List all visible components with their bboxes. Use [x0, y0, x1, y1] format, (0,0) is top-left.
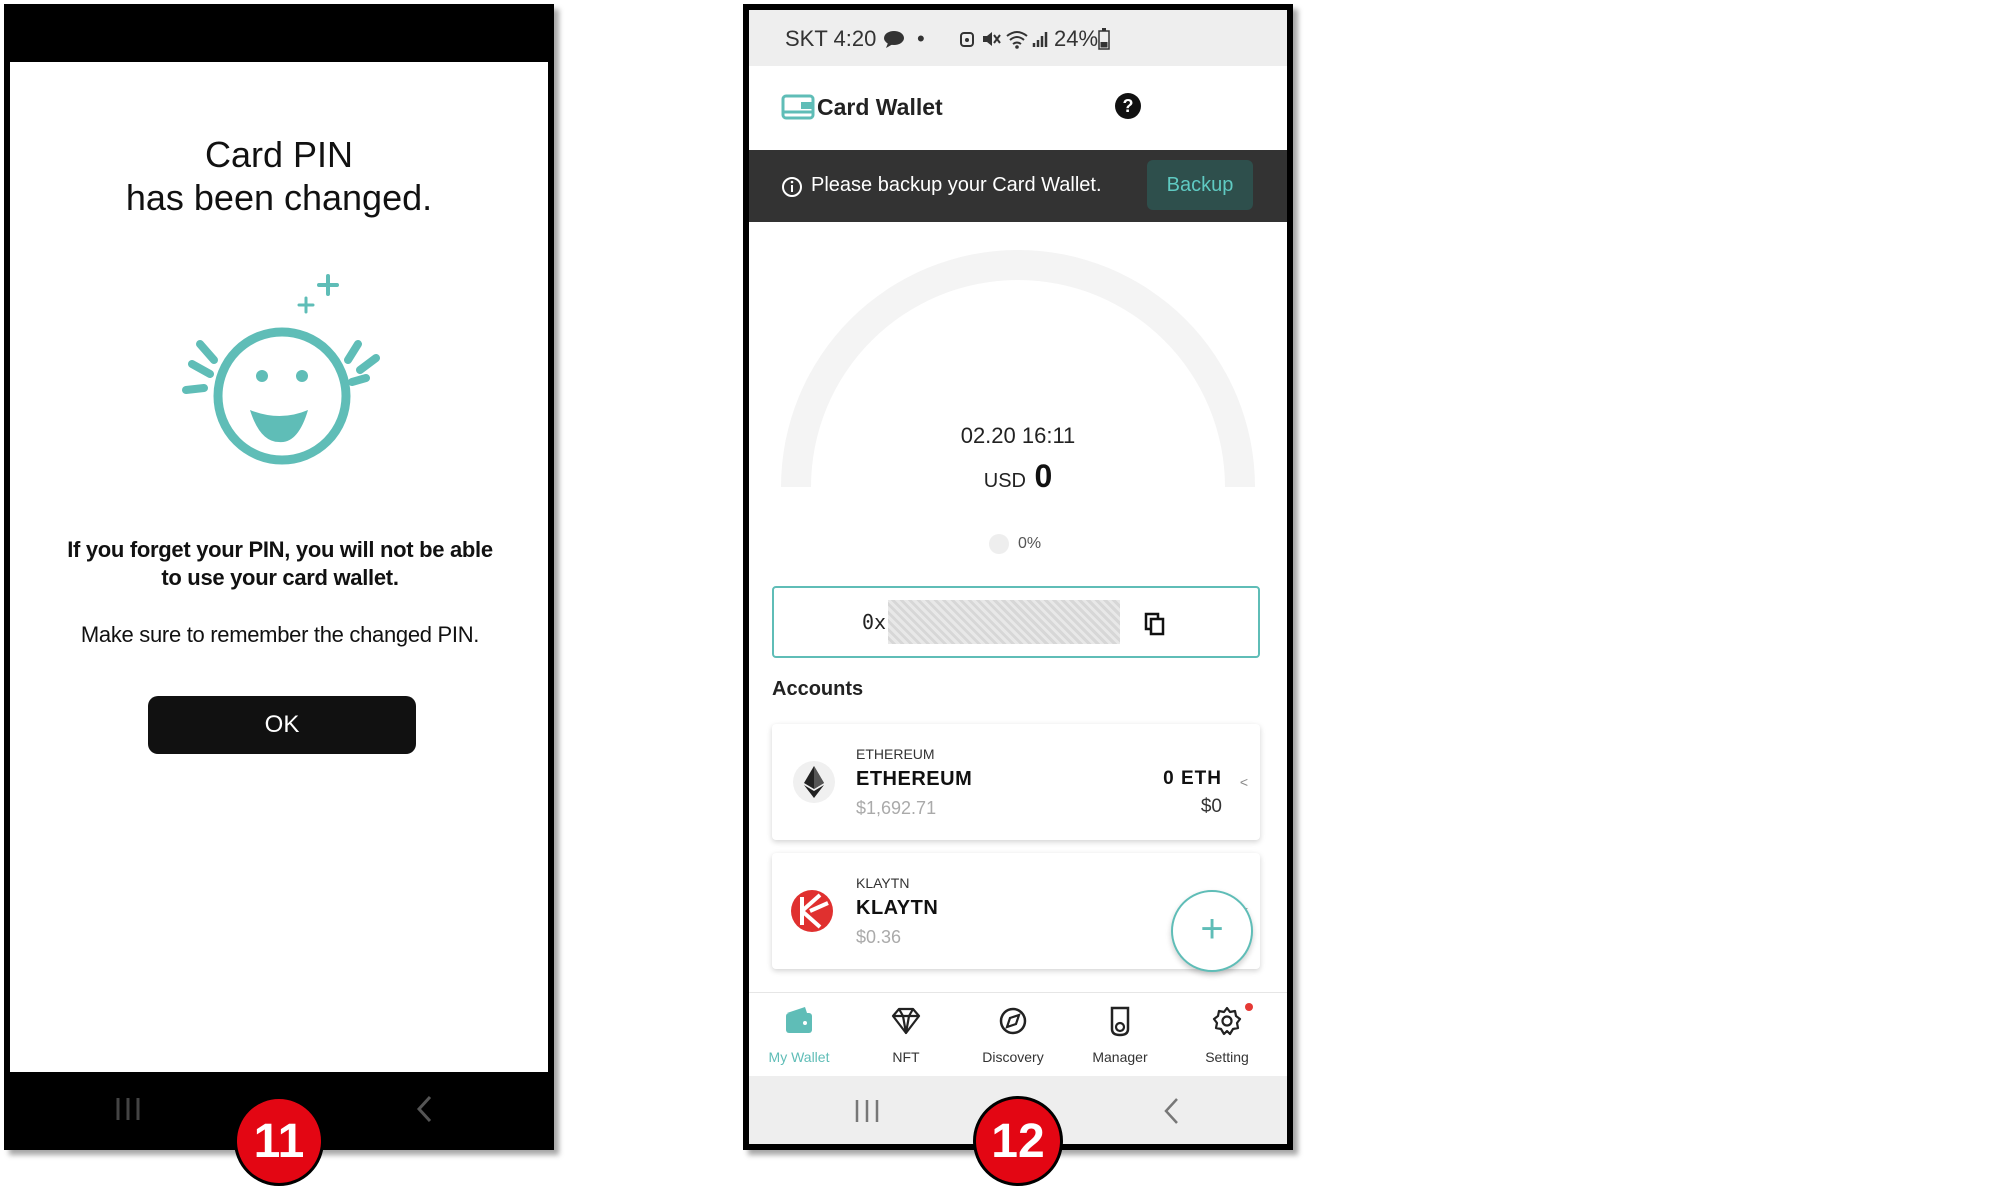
- nav-label: Discovery: [982, 1049, 1044, 1065]
- account-network: ETHEREUM: [856, 746, 935, 762]
- nav-label: Setting: [1205, 1049, 1249, 1065]
- info-icon: [782, 177, 802, 197]
- account-balance: 0 ETH: [1163, 768, 1222, 789]
- remember-pin-note: Make sure to remember the changed PIN.: [80, 622, 480, 647]
- nav-label: My Wallet: [768, 1049, 830, 1065]
- ok-button[interactable]: OK: [148, 696, 416, 754]
- smiley-face-icon: [182, 274, 380, 465]
- back-icon[interactable]: [1161, 1096, 1181, 1126]
- help-button[interactable]: ?: [1115, 93, 1141, 119]
- card-manager-icon: [1110, 1006, 1130, 1037]
- pin-warning-line-2: to use your card wallet.: [161, 565, 399, 590]
- card-wallet-screen: SKT 4:20 • 24% Card Wallet ? Please back…: [749, 10, 1287, 1144]
- backup-banner: Please backup your Card Wallet. Backup: [749, 150, 1287, 222]
- gauge-amount: 0: [1034, 458, 1053, 494]
- title-line-1: Card PIN: [204, 134, 354, 175]
- nav-discovery[interactable]: Discovery: [963, 993, 1063, 1077]
- backup-message: Please backup your Card Wallet.: [811, 174, 1102, 196]
- nav-nft[interactable]: NFT: [856, 993, 956, 1077]
- status-dot: •: [917, 26, 925, 51]
- nav-label: NFT: [892, 1049, 920, 1065]
- wifi-icon: [1006, 31, 1028, 49]
- mute-icon: [983, 32, 1001, 46]
- battery-percent: 24%: [1054, 26, 1099, 51]
- pin-warning-line-1: If you forget your PIN, you will not be …: [67, 537, 493, 562]
- blurred-address: [888, 600, 1120, 644]
- ethereum-logo-icon: [793, 761, 835, 803]
- nav-setting[interactable]: Setting: [1177, 993, 1277, 1077]
- gauge-balance: USD 0: [749, 458, 1287, 495]
- alarm-icon: [960, 32, 974, 47]
- chevron-icon: <: [1239, 774, 1248, 790]
- copy-icon[interactable]: [1144, 612, 1166, 636]
- signal-icon: [1032, 32, 1048, 47]
- step-badge-12: 12: [973, 1096, 1063, 1186]
- nav-label: Manager: [1092, 1049, 1148, 1065]
- nav-manager[interactable]: Manager: [1070, 993, 1170, 1077]
- klaytn-logo-icon: [791, 890, 833, 932]
- wallet-icon: [786, 1007, 812, 1033]
- address-prefix: 0x: [862, 610, 887, 634]
- compass-icon: [999, 1007, 1027, 1035]
- recent-apps-icon[interactable]: [853, 1098, 881, 1124]
- account-price: $1,692.71: [856, 798, 937, 818]
- battery-icon: [1098, 28, 1110, 50]
- recent-apps-icon[interactable]: [114, 1096, 142, 1122]
- gauge-datetime: 02.20 16:11: [960, 423, 1076, 448]
- phone-frame-step-12: SKT 4:20 • 24% Card Wallet ? Please back…: [743, 4, 1293, 1150]
- add-account-button[interactable]: +: [1171, 890, 1253, 972]
- app-title: Card Wallet: [817, 94, 943, 120]
- step-badge-11: 11: [234, 1096, 324, 1186]
- gauge-currency: USD: [983, 470, 1026, 492]
- notification-dot: [1245, 1003, 1253, 1011]
- account-usd-value: $0: [1200, 796, 1222, 817]
- app-header: Card Wallet ?: [749, 66, 1287, 150]
- card-wallet-logo-icon: [781, 94, 815, 120]
- title-line-2: has been changed.: [125, 177, 433, 218]
- bottom-navigation: My Wallet NFT Discovery Manager Setting: [749, 992, 1287, 1077]
- account-price: $0.36: [856, 927, 902, 947]
- phone-frame-step-11: Card PIN has been changed. If you forget…: [4, 4, 554, 1150]
- accounts-heading: Accounts: [772, 678, 864, 700]
- account-name: KLAYTN: [856, 897, 939, 919]
- account-network: KLAYTN: [856, 875, 910, 891]
- status-bar: SKT 4:20 • 24%: [749, 10, 1287, 66]
- carrier-time: SKT 4:20: [785, 26, 877, 51]
- gear-icon: [1212, 1006, 1242, 1036]
- nav-my-wallet[interactable]: My Wallet: [749, 993, 849, 1077]
- backup-button[interactable]: Backup: [1147, 160, 1253, 210]
- pin-changed-screen: Card PIN has been changed. If you forget…: [10, 62, 548, 1072]
- account-name: ETHEREUM: [856, 768, 973, 790]
- account-card-ethereum[interactable]: ETHEREUM ETHEREUM $1,692.71 0 ETH $0 <: [772, 724, 1260, 840]
- wallet-address-box[interactable]: 0x: [772, 586, 1260, 658]
- progress-dot: [989, 534, 1009, 554]
- gauge-percent: 0%: [1018, 535, 1042, 552]
- back-icon[interactable]: [414, 1094, 434, 1124]
- diamond-icon: [891, 1007, 921, 1035]
- chat-talk-icon: [884, 31, 904, 48]
